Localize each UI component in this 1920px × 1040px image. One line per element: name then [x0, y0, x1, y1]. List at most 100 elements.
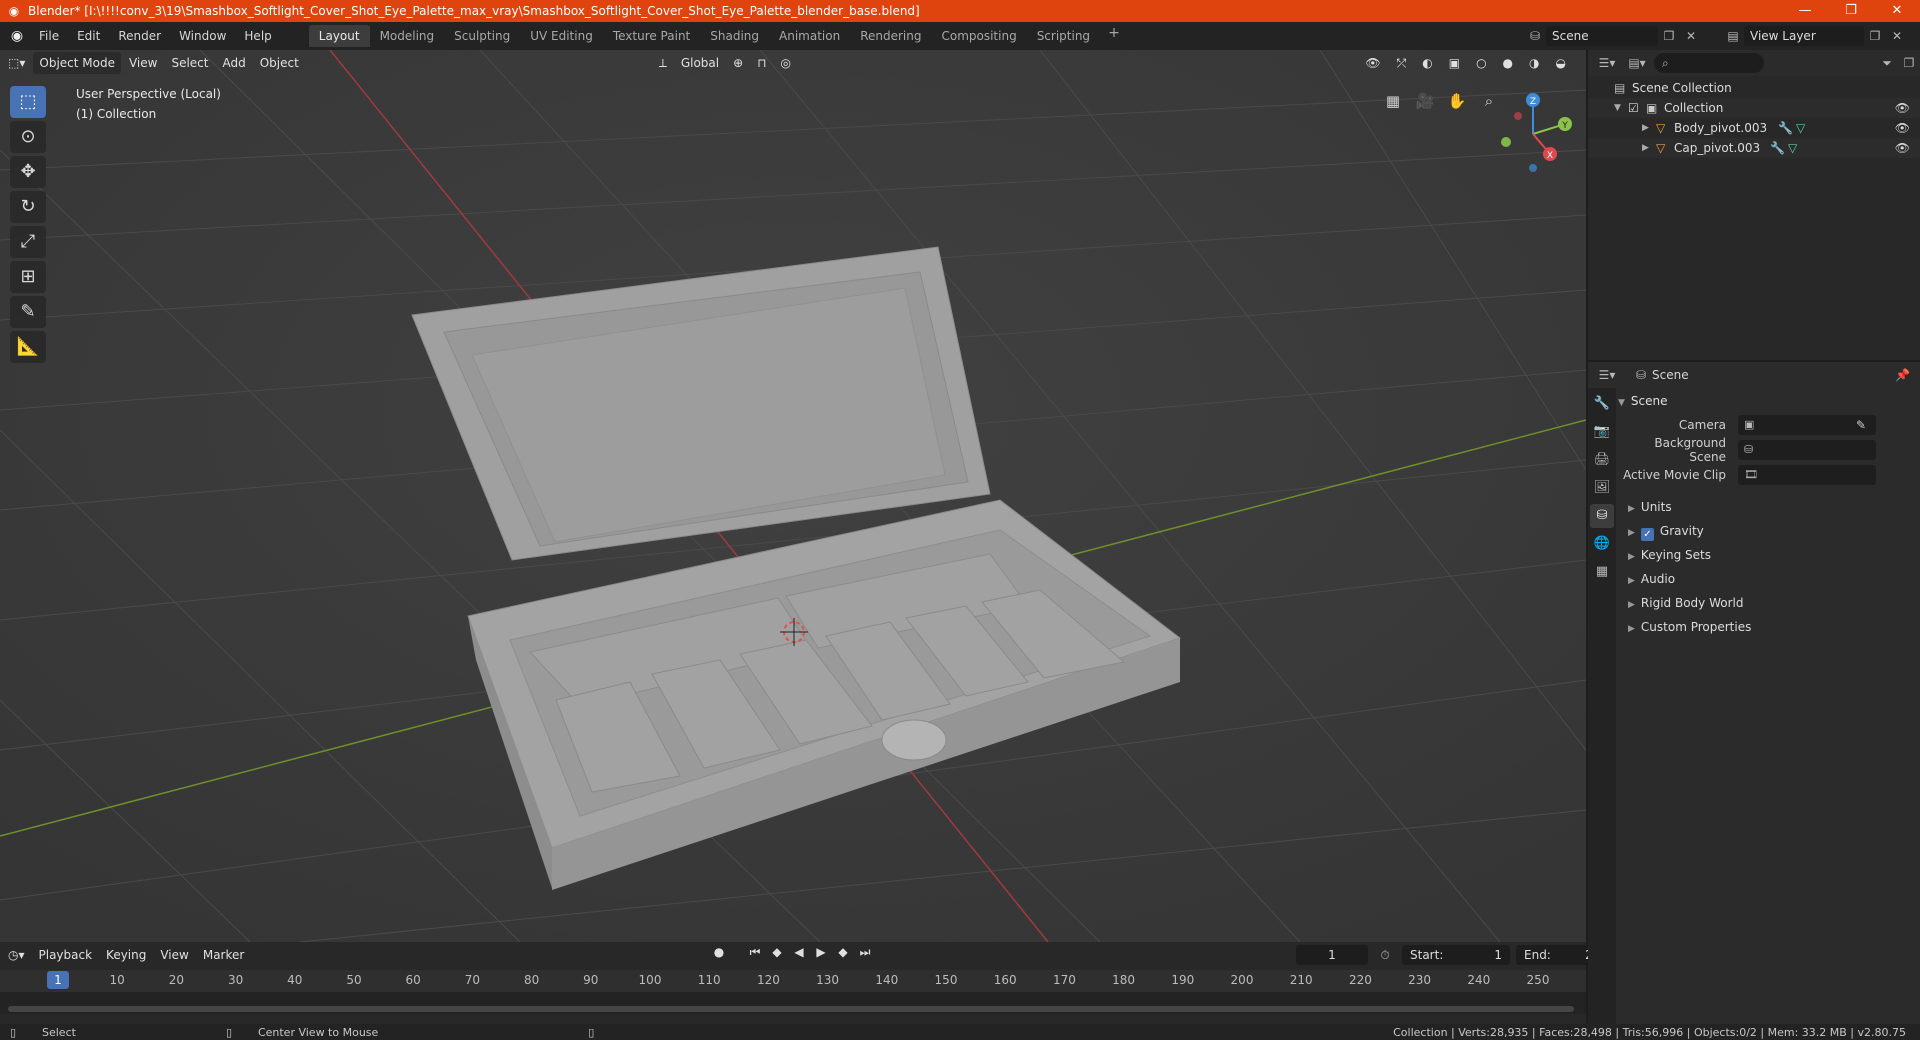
outliner-row-cap-pivot[interactable]: ▶ ▽ Cap_pivot.003 🔧 ▽ 👁	[1588, 138, 1920, 158]
cap-eye-icon[interactable]: 👁	[1895, 141, 1910, 155]
pivot-point-icon[interactable]: ⊕	[727, 52, 749, 74]
body-eye-icon[interactable]: 👁	[1895, 121, 1910, 135]
xray-toggle-icon[interactable]: ▣	[1443, 52, 1466, 74]
custom-properties-panel[interactable]: ▶ Custom Properties	[1618, 615, 1918, 639]
menu-window[interactable]: Window	[170, 25, 235, 47]
menu-edit[interactable]: Edit	[68, 25, 109, 47]
menu-file[interactable]: File	[30, 25, 68, 47]
shading-rendered-icon[interactable]: ◒	[1550, 52, 1572, 74]
properties-editor-type-icon[interactable]: ☰▾	[1596, 365, 1618, 385]
gravity-panel[interactable]: ▶ ✓ Gravity	[1618, 519, 1918, 543]
mesh-data-icon[interactable]: ▽	[1788, 141, 1806, 155]
timeline-scrollbar[interactable]	[8, 1006, 1574, 1012]
tab-scripting[interactable]: Scripting	[1027, 25, 1100, 47]
delete-view-layer-icon[interactable]: ✕	[1886, 26, 1908, 46]
select-box-tool-icon[interactable]: ⬚	[10, 86, 46, 118]
timeline-menu-keying[interactable]: Keying	[100, 944, 152, 966]
shading-material-icon[interactable]: ◑	[1523, 52, 1545, 74]
transform-orientation-select[interactable]: Global	[675, 52, 725, 74]
move-tool-icon[interactable]: ✥	[10, 156, 46, 188]
output-tab-icon[interactable]: 🖨	[1590, 448, 1614, 472]
scene-tab-icon[interactable]: ⛁	[1590, 504, 1614, 528]
timeline-editor-type-icon[interactable]: ◷▾	[2, 944, 31, 966]
delete-scene-icon[interactable]: ✕	[1680, 26, 1702, 46]
scene-panel-header[interactable]: ▼ Scene	[1618, 390, 1918, 412]
tab-sculpting[interactable]: Sculpting	[444, 25, 520, 47]
collection-eye-icon[interactable]: 👁	[1895, 101, 1910, 115]
timeline-ruler[interactable]: 1 10 20 30 40 50 60 70 80 90 100 110 120 130 140 150 160…	[0, 970, 1586, 992]
record-icon[interactable]: ●	[710, 945, 728, 960]
camera-view-icon[interactable]: 🎥	[1412, 88, 1438, 114]
units-panel[interactable]: ▶ Units	[1618, 495, 1918, 519]
audio-panel[interactable]: ▶ Audio	[1618, 567, 1918, 591]
tab-rendering[interactable]: Rendering	[850, 25, 931, 47]
pan-view-icon[interactable]: ✋	[1444, 88, 1470, 114]
viewport-menu-add[interactable]: Add	[216, 52, 251, 74]
transform-tool-icon[interactable]: ⊞	[10, 261, 46, 293]
cap-expand-icon[interactable]: ▶	[1642, 143, 1656, 153]
new-scene-icon[interactable]: ❐	[1658, 26, 1680, 46]
viewport-menu-object[interactable]: Object	[254, 52, 305, 74]
outliner-search-field[interactable]: ⌕	[1654, 53, 1764, 73]
proportional-edit-icon[interactable]: ◎	[775, 52, 797, 74]
3d-viewport[interactable]: ⬚▾ Object Mode View Select Add Object ⟂ …	[0, 50, 1586, 942]
new-view-layer-icon[interactable]: ❐	[1864, 26, 1886, 46]
rigid-body-world-panel[interactable]: ▶ Rigid Body World	[1618, 591, 1918, 615]
menu-render[interactable]: Render	[109, 25, 170, 47]
start-frame-field[interactable]: Start: 1	[1402, 945, 1510, 965]
tool-tab-icon[interactable]: 🔧	[1590, 392, 1614, 416]
mode-selector[interactable]: Object Mode	[33, 52, 121, 74]
current-frame-marker[interactable]: 1	[47, 971, 69, 989]
shading-solid-icon[interactable]: ●	[1497, 52, 1519, 74]
keying-sets-panel[interactable]: ▶ Keying Sets	[1618, 543, 1918, 567]
body-expand-icon[interactable]: ▶	[1642, 123, 1656, 133]
filter-icon[interactable]: ⏷	[1876, 53, 1898, 73]
maximize-button[interactable]: ❐	[1828, 0, 1874, 22]
tab-modeling[interactable]: Modeling	[370, 25, 445, 47]
timeline-menu-marker[interactable]: Marker	[197, 944, 250, 966]
scale-tool-icon[interactable]: ⤢	[10, 226, 46, 258]
display-mode-icon[interactable]: ▤▾	[1626, 53, 1648, 73]
jump-start-icon[interactable]: ⏮	[746, 945, 764, 960]
shading-wireframe-icon[interactable]: ○	[1470, 52, 1492, 74]
view-layer-tab-icon[interactable]: 🖼	[1590, 476, 1614, 500]
scene-icon[interactable]: ⛁	[1524, 26, 1546, 46]
add-workspace-button[interactable]: +	[1100, 25, 1128, 47]
tab-shading[interactable]: Shading	[700, 25, 769, 47]
current-frame-field[interactable]: 1	[1296, 945, 1368, 965]
menu-help[interactable]: Help	[235, 25, 280, 47]
jump-end-icon[interactable]: ⏭	[856, 945, 874, 960]
timeline-menu-view[interactable]: View	[154, 944, 194, 966]
scene-name-field[interactable]: Scene	[1546, 26, 1658, 46]
measure-tool-icon[interactable]: 📐	[10, 331, 46, 363]
pin-icon[interactable]: 📌	[1895, 368, 1910, 382]
cursor-tool-icon[interactable]: ⊙	[10, 121, 46, 153]
prev-keyframe-icon[interactable]: ◆	[768, 945, 786, 960]
outliner-row-collection[interactable]: ▼ ☑ ▣ Collection 👁	[1588, 98, 1920, 118]
tab-layout[interactable]: Layout	[308, 25, 370, 47]
viewport-menu-select[interactable]: Select	[165, 52, 214, 74]
render-tab-icon[interactable]: 📷	[1590, 420, 1614, 444]
rotate-tool-icon[interactable]: ↻	[10, 191, 46, 223]
view-layer-name-field[interactable]: View Layer	[1744, 26, 1864, 46]
play-icon[interactable]: ▶	[812, 945, 830, 960]
collection-checkbox-icon[interactable]: ☑	[1628, 101, 1646, 115]
close-button[interactable]: ✕	[1874, 0, 1920, 22]
texture-tab-icon[interactable]: ▦	[1590, 560, 1614, 584]
next-keyframe-icon[interactable]: ◆	[834, 945, 852, 960]
stopwatch-icon[interactable]: ⏱	[1374, 945, 1396, 965]
tab-animation[interactable]: Animation	[769, 25, 850, 47]
minimize-button[interactable]: —	[1782, 0, 1828, 22]
navigation-gizmo[interactable]: Z Y X	[1490, 86, 1576, 172]
collection-expand-icon[interactable]: ▼	[1614, 103, 1628, 113]
view-layer-icon[interactable]: ▤	[1722, 26, 1744, 46]
tab-compositing[interactable]: Compositing	[931, 25, 1026, 47]
mesh-data-icon[interactable]: ▽	[1796, 121, 1814, 135]
modifier-wrench-icon[interactable]: 🔧	[1778, 121, 1796, 135]
editor-type-icon[interactable]: ⬚▾	[2, 52, 31, 74]
world-tab-icon[interactable]: 🌐	[1590, 532, 1614, 556]
gizmo-toggle-icon[interactable]: ⤱	[1391, 52, 1413, 74]
tab-texture-paint[interactable]: Texture Paint	[603, 25, 700, 47]
viewport-menu-view[interactable]: View	[123, 52, 163, 74]
annotate-tool-icon[interactable]: ✎	[10, 296, 46, 328]
